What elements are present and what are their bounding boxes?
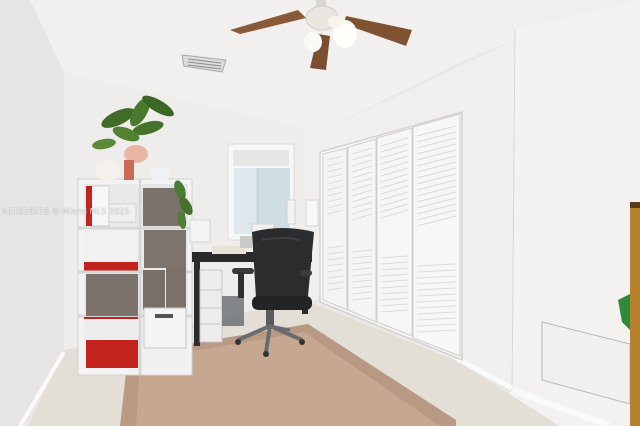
storage-bin [143, 270, 165, 310]
mls-watermark: A11816216 © Miami MLS 2025 [2, 207, 130, 216]
cube-shelf [77, 145, 193, 376]
storage-bin [86, 274, 138, 316]
room-photo: A11816216 © Miami MLS 2025 [0, 0, 640, 426]
wood-trim [630, 202, 640, 426]
trash-can [222, 296, 244, 326]
storage-bin [166, 268, 186, 308]
storage-bin [144, 230, 186, 268]
